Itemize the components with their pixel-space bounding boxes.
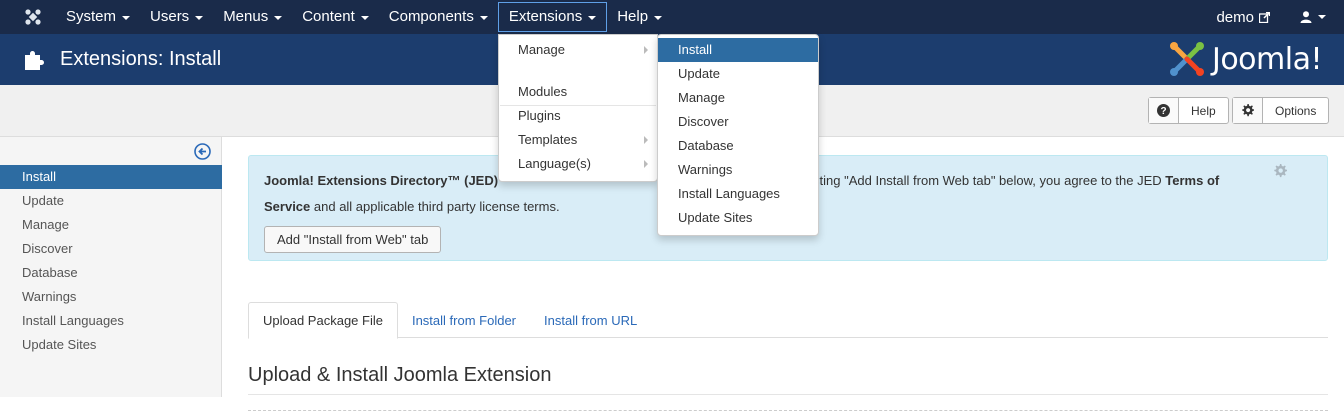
tab-upload-package-file[interactable]: Upload Package File <box>248 302 398 339</box>
menu-menus[interactable]: Menus <box>213 2 292 32</box>
install-tabs: Upload Package File Install from Folder … <box>248 302 1328 339</box>
site-link[interactable]: demo <box>1216 9 1270 26</box>
topnav-right: demo <box>1216 0 1344 34</box>
sidebar-item-warnings[interactable]: Warnings <box>0 285 222 309</box>
menu-content[interactable]: Content <box>292 2 379 32</box>
caret-down-icon <box>1318 15 1326 19</box>
joomla-brand: Joomla! <box>1168 40 1323 78</box>
sidebar-item-manage[interactable]: Manage <box>0 213 222 237</box>
menu-components[interactable]: Components <box>379 2 498 32</box>
external-link-icon <box>1259 11 1270 23</box>
submenu-update[interactable]: Update <box>658 62 818 86</box>
caret-down-icon <box>479 16 488 20</box>
submenu-install[interactable]: Install <box>658 38 818 62</box>
help-button[interactable]: ? Help <box>1148 97 1229 124</box>
submenu-database[interactable]: Database <box>658 134 818 158</box>
page-title: Extensions: Install <box>60 48 222 70</box>
sidebar-item-database[interactable]: Database <box>0 261 222 285</box>
caret-down-icon <box>360 16 369 20</box>
submenu-discover[interactable]: Discover <box>658 110 818 134</box>
chevron-right-icon <box>644 136 648 144</box>
sidebar-item-install-languages[interactable]: Install Languages <box>0 309 222 333</box>
sidebar-item-update-sites[interactable]: Update Sites <box>0 333 222 357</box>
puzzle-icon <box>25 50 44 70</box>
sidebar-item-discover[interactable]: Discover <box>0 237 222 261</box>
sidebar-item-update[interactable]: Update <box>0 189 222 213</box>
chevron-right-icon <box>644 46 648 54</box>
joomla-brand-icon <box>1169 42 1204 76</box>
caret-down-icon <box>588 16 597 20</box>
add-install-from-web-button[interactable]: Add "Install from Web" tab <box>264 226 442 253</box>
tab-install-from-folder[interactable]: Install from Folder <box>398 302 530 338</box>
submenu-warnings[interactable]: Warnings <box>658 158 818 182</box>
options-button[interactable]: Options <box>1232 97 1330 124</box>
submenu-update-sites[interactable]: Update Sites <box>658 206 818 230</box>
menu-system[interactable]: System <box>56 2 140 32</box>
dashed-divider <box>248 410 1328 411</box>
sidebar-menu: Install Update Manage Discover Database … <box>0 165 222 357</box>
caret-down-icon <box>274 16 283 20</box>
caret-down-icon <box>195 16 204 20</box>
sidebar-item-install[interactable]: Install <box>0 165 222 189</box>
extensions-menu-modules[interactable]: Modules <box>499 80 657 104</box>
caret-down-icon <box>122 16 131 20</box>
top-navbar: System Users Menus Content Components Ex… <box>0 0 1344 34</box>
user-menu[interactable] <box>1300 11 1326 23</box>
brand-text: Joomla! <box>1211 41 1323 77</box>
tab-install-from-url[interactable]: Install from URL <box>530 302 651 338</box>
extensions-menu-manage[interactable]: Manage <box>499 38 657 62</box>
extensions-menu-plugins[interactable]: Plugins <box>499 104 657 128</box>
caret-down-icon <box>654 16 663 20</box>
manage-submenu: Install Update Manage Discover Database … <box>657 34 819 236</box>
gear-icon[interactable] <box>1273 164 1287 178</box>
section-title: Upload & Install Joomla Extension <box>248 364 552 386</box>
submenu-install-languages[interactable]: Install Languages <box>658 182 818 206</box>
joomla-logo-icon[interactable] <box>12 0 54 34</box>
divider <box>248 394 1328 395</box>
svg-text:?: ? <box>1160 106 1166 117</box>
menu-help[interactable]: Help <box>607 2 672 32</box>
submenu-manage[interactable]: Manage <box>658 86 818 110</box>
main-menu: System Users Menus Content Components Ex… <box>56 0 672 34</box>
chevron-right-icon <box>644 160 648 168</box>
menu-extensions[interactable]: Extensions <box>497 2 608 32</box>
user-icon <box>1300 11 1312 23</box>
extensions-dropdown: Manage Modules Plugins Templates Languag… <box>498 34 658 182</box>
sidebar: Install Update Manage Discover Database … <box>0 137 222 397</box>
extensions-menu-templates[interactable]: Templates <box>499 128 657 152</box>
extensions-menu-languages[interactable]: Language(s) <box>499 152 657 176</box>
collapse-sidebar-icon[interactable] <box>194 143 211 160</box>
gear-icon <box>1233 98 1263 123</box>
menu-users[interactable]: Users <box>140 2 213 32</box>
question-icon: ? <box>1149 98 1179 123</box>
